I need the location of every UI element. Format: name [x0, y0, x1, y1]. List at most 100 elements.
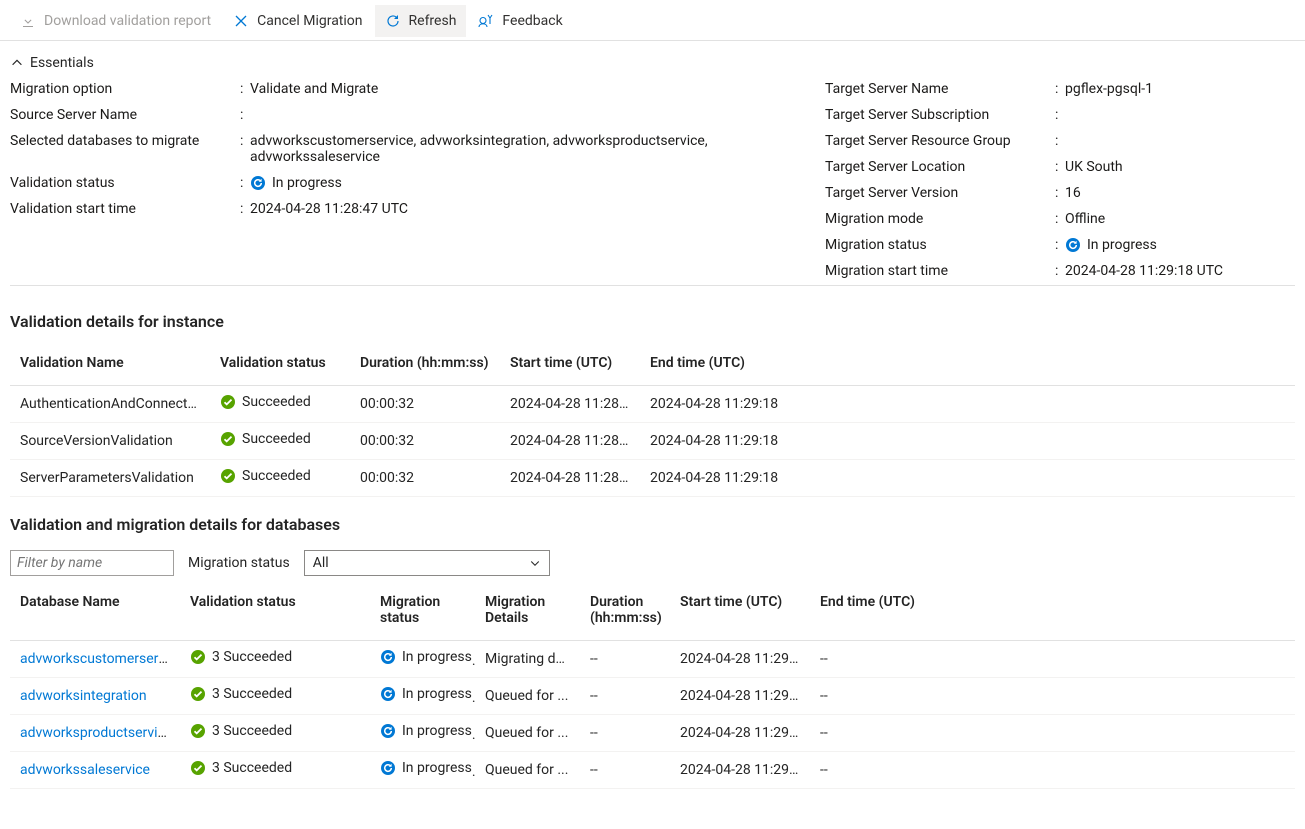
db-migration-details: Migrating da...	[475, 641, 580, 678]
validation-start: 2024-04-28 11:28:47	[500, 386, 640, 423]
in-progress-icon	[380, 649, 396, 665]
db-start: 2024-04-28 11:29:48	[670, 715, 810, 752]
target-location-label: Target Server Location	[825, 159, 1055, 175]
db-migration-details: Queued for ...	[475, 715, 580, 752]
feedback-button[interactable]: Feedback	[468, 5, 572, 37]
cancel-icon	[233, 13, 249, 29]
database-details-title: Validation and migration details for dat…	[0, 497, 1305, 540]
db-end: --	[810, 641, 1295, 678]
validation-end: 2024-04-28 11:29:18	[640, 386, 1295, 423]
database-link[interactable]: advworksproductservice	[20, 725, 172, 741]
feedback-icon	[478, 13, 494, 29]
validation-start-value: 2024-04-28 11:28:47 UTC	[250, 201, 825, 217]
validation-start: 2024-04-28 11:28:47	[500, 423, 640, 460]
table-header-row: Validation Name Validation status Durati…	[10, 341, 1295, 386]
database-filter-row: Migration status All	[0, 540, 1305, 576]
col-start-time[interactable]: Start time (UTC)	[670, 580, 810, 641]
col-end-time[interactable]: End time (UTC)	[810, 580, 1295, 641]
table-row: advworksproductservice3 SucceededIn prog…	[10, 715, 1295, 752]
db-validation-status: 3 Succeeded	[180, 678, 370, 715]
validation-status: Succeeded	[210, 460, 350, 497]
cancel-label: Cancel Migration	[257, 13, 362, 29]
download-icon	[20, 13, 36, 29]
database-details-table: Database Name Validation status Migratio…	[10, 580, 1295, 789]
db-end: --	[810, 752, 1295, 789]
migration-status-filter-label: Migration status	[188, 555, 290, 571]
validation-start: 2024-04-28 11:28:47	[500, 460, 640, 497]
table-row: SourceVersionValidationSucceeded00:00:32…	[10, 423, 1295, 460]
validation-instance-title: Validation details for instance	[0, 294, 1305, 337]
database-name[interactable]: advworksintegration	[10, 678, 180, 715]
migration-option-label: Migration option	[10, 81, 240, 97]
col-validation-status[interactable]: Validation status	[180, 580, 370, 641]
migration-option-value: Validate and Migrate	[250, 81, 825, 97]
db-start: 2024-04-28 11:29:48	[670, 641, 810, 678]
selected-databases-label: Selected databases to migrate	[10, 133, 240, 165]
validation-start-label: Validation start time	[10, 201, 240, 217]
source-server-label: Source Server Name	[10, 107, 240, 123]
essentials-left: Migration option:Validate and Migrate So…	[10, 81, 825, 279]
col-duration[interactable]: Duration (hh:mm:ss)	[580, 580, 670, 641]
database-link[interactable]: advworksintegration	[20, 688, 147, 704]
validation-status-label: Validation status	[10, 175, 240, 191]
col-duration[interactable]: Duration (hh:mm:ss)	[350, 341, 500, 386]
success-icon	[190, 723, 206, 739]
db-migration-status: In progress	[370, 715, 475, 752]
success-icon	[220, 431, 236, 447]
db-end: --	[810, 678, 1295, 715]
db-start: 2024-04-28 11:29:48	[670, 752, 810, 789]
chevron-up-icon	[10, 56, 24, 70]
validation-status: Succeeded	[210, 423, 350, 460]
table-row: advworksintegration3 SucceededIn progres…	[10, 678, 1295, 715]
validation-end: 2024-04-28 11:29:18	[640, 423, 1295, 460]
target-location-value: UK South	[1065, 159, 1295, 175]
col-end-time[interactable]: End time (UTC)	[640, 341, 1295, 386]
validation-name: SourceVersionValidation	[10, 423, 210, 460]
db-migration-status: In progress	[370, 641, 475, 678]
database-name[interactable]: advworksproductservice	[10, 715, 180, 752]
migration-mode-label: Migration mode	[825, 211, 1055, 227]
cancel-migration-button[interactable]: Cancel Migration	[223, 5, 372, 37]
col-database-name[interactable]: Database Name	[10, 580, 180, 641]
col-migration-status[interactable]: Migration status	[370, 580, 475, 641]
selected-databases-value: advworkscustomerservice, advworksintegra…	[250, 133, 825, 165]
col-validation-name[interactable]: Validation Name	[10, 341, 210, 386]
validation-end: 2024-04-28 11:29:18	[640, 460, 1295, 497]
essentials-body: Migration option:Validate and Migrate So…	[10, 71, 1295, 286]
database-name[interactable]: advworkscustomerservice	[10, 641, 180, 678]
refresh-button[interactable]: Refresh	[375, 5, 467, 37]
database-link[interactable]: advworkssaleservice	[20, 762, 150, 778]
table-header-row: Database Name Validation status Migratio…	[10, 580, 1295, 641]
db-duration: --	[580, 678, 670, 715]
filter-by-name-input[interactable]	[10, 550, 174, 576]
validation-instance-table: Validation Name Validation status Durati…	[10, 341, 1295, 497]
migration-status-label: Migration status	[825, 237, 1055, 253]
migration-status-select[interactable]: All	[304, 550, 550, 576]
db-duration: --	[580, 641, 670, 678]
migration-start-value: 2024-04-28 11:29:18 UTC	[1065, 263, 1295, 279]
col-validation-status[interactable]: Validation status	[210, 341, 350, 386]
success-icon	[190, 649, 206, 665]
table-row: ServerParametersValidationSucceeded00:00…	[10, 460, 1295, 497]
col-start-time[interactable]: Start time (UTC)	[500, 341, 640, 386]
success-icon	[220, 394, 236, 410]
db-start: 2024-04-28 11:29:48	[670, 678, 810, 715]
validation-duration: 00:00:32	[350, 386, 500, 423]
database-link[interactable]: advworkscustomerservice	[20, 651, 180, 667]
source-server-value	[250, 107, 825, 123]
in-progress-icon	[1065, 237, 1081, 253]
validation-status: Succeeded	[210, 386, 350, 423]
target-rg-label: Target Server Resource Group	[825, 133, 1055, 149]
database-name[interactable]: advworkssaleservice	[10, 752, 180, 789]
db-duration: --	[580, 752, 670, 789]
db-migration-details: Queued for ...	[475, 678, 580, 715]
essentials-toggle[interactable]: Essentials	[10, 55, 1295, 71]
db-migration-status: In progress	[370, 752, 475, 789]
chevron-down-icon	[529, 557, 541, 569]
db-migration-details: Queued for ...	[475, 752, 580, 789]
col-migration-details[interactable]: Migration Details	[475, 580, 580, 641]
target-server-name-label: Target Server Name	[825, 81, 1055, 97]
table-row: advworkscustomerservice3 SucceededIn pro…	[10, 641, 1295, 678]
command-bar: Download validation report Cancel Migrat…	[0, 0, 1305, 41]
target-rg-value	[1065, 133, 1295, 149]
